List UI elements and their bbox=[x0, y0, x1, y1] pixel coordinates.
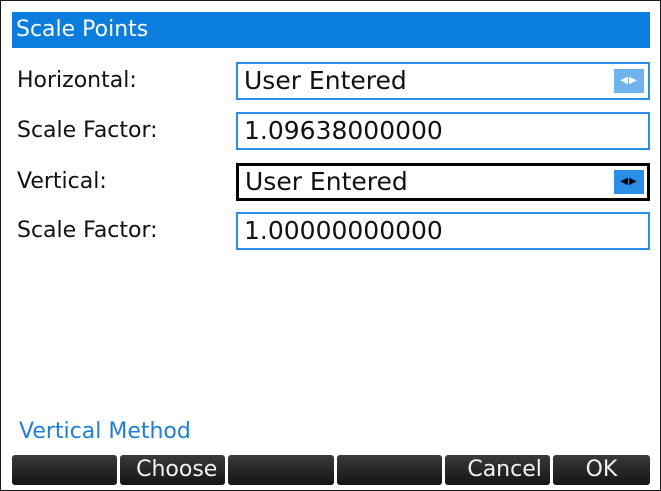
ok-button[interactable]: OK bbox=[552, 455, 651, 485]
softkey-bar: Choose Cancel OK bbox=[12, 455, 651, 485]
cancel-button[interactable]: Cancel bbox=[444, 455, 550, 485]
calculator-screen: Scale Points Horizontal: User Entered ◀▶… bbox=[0, 0, 661, 491]
vertical-scale-factor-input[interactable]: 1.00000000000 bbox=[236, 212, 650, 250]
horizontal-scale-factor-value: 1.09638000000 bbox=[244, 116, 443, 145]
horizontal-value: User Entered bbox=[244, 66, 407, 95]
left-right-arrows-icon[interactable]: ◀▶ bbox=[614, 69, 644, 93]
softkey-4[interactable] bbox=[336, 455, 442, 485]
horizontal-scale-factor-input[interactable]: 1.09638000000 bbox=[236, 112, 650, 150]
softkey-1[interactable] bbox=[12, 455, 118, 485]
horizontal-scale-factor-label: Scale Factor: bbox=[17, 118, 158, 143]
field-help-text: Vertical Method bbox=[19, 419, 191, 444]
horizontal-select[interactable]: User Entered ◀▶ bbox=[236, 62, 650, 100]
horizontal-label: Horizontal: bbox=[17, 68, 137, 93]
window-title: Scale Points bbox=[12, 12, 650, 48]
vertical-label: Vertical: bbox=[17, 169, 107, 194]
softkey-3[interactable] bbox=[228, 455, 334, 485]
vertical-scale-factor-label: Scale Factor: bbox=[17, 218, 158, 243]
choose-button[interactable]: Choose bbox=[120, 455, 226, 485]
vertical-scale-factor-value: 1.00000000000 bbox=[244, 216, 443, 245]
vertical-select[interactable]: User Entered ◀▶ bbox=[236, 163, 650, 201]
vertical-value: User Entered bbox=[245, 167, 408, 196]
left-right-arrows-icon[interactable]: ◀▶ bbox=[614, 170, 644, 194]
